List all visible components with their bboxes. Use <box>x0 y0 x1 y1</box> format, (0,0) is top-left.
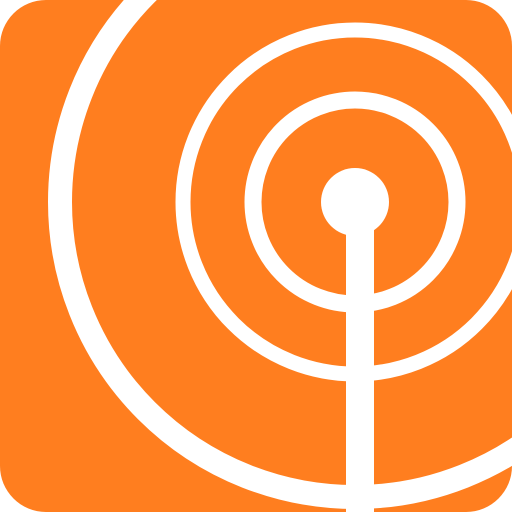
antenna-head <box>321 168 389 236</box>
antenna-mast <box>346 215 374 512</box>
broadcast-antenna-icon <box>0 0 512 512</box>
app-icon <box>0 0 512 512</box>
